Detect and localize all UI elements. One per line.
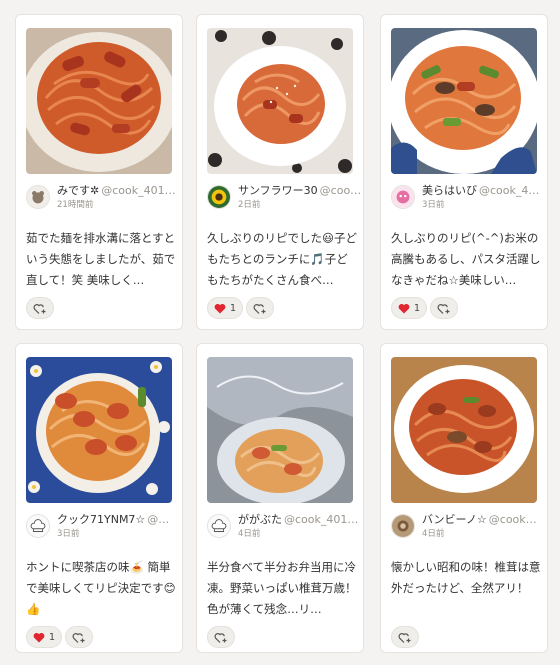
card-actions: 1 [391, 297, 459, 319]
like-count-button[interactable]: 1 [26, 626, 63, 648]
card-actions [391, 626, 419, 648]
like-count-button[interactable]: 1 [391, 297, 428, 319]
sunflower-avatar[interactable] [207, 185, 231, 209]
author-id: @… [147, 513, 170, 526]
heart-plus-icon [398, 632, 411, 643]
spaghetti-photo-2 [207, 28, 353, 174]
like-count: 1 [49, 631, 56, 643]
heart-plus-icon [253, 303, 266, 314]
recipe-report-card[interactable]: バンビーノ☆ @cook… 4日前 懐かしい昭和の味！椎茸は意外だったけど、全然ア… [380, 343, 548, 653]
post-time: 21時間前 [57, 200, 94, 210]
author-name[interactable]: クック71YNM7☆ [57, 513, 145, 526]
spaghetti-photo-6 [391, 357, 537, 503]
author-name[interactable]: バンビーノ☆ [422, 513, 487, 526]
card-actions: 1 [207, 297, 275, 319]
heart-plus-icon [437, 303, 450, 314]
like-count-button[interactable]: 1 [207, 297, 244, 319]
card-actions: 1 [26, 626, 94, 648]
add-like-button[interactable] [246, 297, 275, 319]
author-info[interactable]: 美らはいび @cook_4… 3日前 [391, 184, 541, 214]
add-like-button[interactable] [430, 297, 459, 319]
author-info[interactable]: ががぶた @cook_401… 4日前 [207, 513, 359, 543]
heart-icon [214, 303, 226, 313]
card-actions [26, 297, 54, 319]
author-name[interactable]: サンフラワー30 [238, 184, 318, 197]
spaghetti-photo-1 [26, 28, 172, 174]
spaghetti-photo-5 [207, 357, 353, 503]
recipe-report-card[interactable]: ががぶた @cook_401… 4日前 半分食べて半分お弁当用に冷凍。野菜いっぱい… [196, 343, 364, 653]
spaghetti-photo-3 [391, 28, 537, 174]
author-info[interactable]: みです✲ @cook_401… 21時間前 [26, 184, 176, 214]
dish-photo[interactable] [26, 28, 172, 174]
dish-photo[interactable] [207, 28, 353, 174]
recipe-report-card[interactable]: みです✲ @cook_401… 21時間前 茹でた麺を排水溝に落とすという失態をし… [15, 14, 183, 330]
author-name[interactable]: 美らはいび [422, 184, 477, 197]
like-count: 1 [230, 302, 237, 314]
report-comment[interactable]: 久しぶりのリピ(^-^)お米の高騰もあるし、パスタ活躍しなきゃだね☆美味しい… [391, 228, 543, 291]
post-time: 4日前 [422, 529, 445, 539]
report-comment[interactable]: 茹でた麺を排水溝に落とすという失態をしましたが、茹で直して！笑 美味しく… [26, 228, 178, 291]
dish-photo[interactable] [26, 357, 172, 503]
add-like-button[interactable] [65, 626, 94, 648]
dish-photo[interactable] [391, 357, 537, 503]
bear-doodle-avatar[interactable] [26, 185, 50, 209]
chef-hat-avatar[interactable] [207, 514, 231, 538]
author-name[interactable]: みです✲ [57, 184, 99, 197]
add-like-button[interactable] [207, 626, 235, 648]
author-info[interactable]: サンフラワー30 @coo… 2日前 [207, 184, 361, 214]
report-comment[interactable]: ホントに喫茶店の味🍝 簡単で美味しくてリピ決定です😊👍 [26, 557, 178, 620]
author-id: @cook_4… [479, 184, 540, 197]
report-comment[interactable]: 半分食べて半分お弁当用に冷凍。野菜いっぱい椎茸万歳！ 色が薄くて残念…リ… [207, 557, 359, 620]
recipe-report-card[interactable]: サンフラワー30 @coo… 2日前 久しぶりのリピでした😃子どもたちとのランチに… [196, 14, 364, 330]
dish-photo[interactable] [391, 28, 537, 174]
post-time: 4日前 [238, 529, 261, 539]
author-id: @coo… [319, 184, 362, 197]
heart-plus-icon [214, 632, 227, 643]
author-info[interactable]: バンビーノ☆ @cook… 4日前 [391, 513, 541, 543]
post-time: 2日前 [238, 200, 261, 210]
pink-character-avatar[interactable] [391, 185, 415, 209]
author-name[interactable]: ががぶた [238, 513, 282, 526]
report-comment[interactable]: 久しぶりのリピでした😃子どもたちとのランチに🎵子どもたちがたくさん食べ… [207, 228, 359, 291]
heart-icon [33, 632, 45, 642]
recipe-report-card[interactable]: 美らはいび @cook_4… 3日前 久しぶりのリピ(^-^)お米の高騰もあるし、… [380, 14, 548, 330]
recipe-report-card[interactable]: クック71YNM7☆ @… 3日前 ホントに喫茶店の味🍝 簡単で美味しくてリピ決定… [15, 343, 183, 653]
author-info[interactable]: クック71YNM7☆ @… 3日前 [26, 513, 176, 543]
add-like-button[interactable] [391, 626, 419, 648]
heart-plus-icon [33, 303, 46, 314]
author-id: @cook_401… [101, 184, 176, 197]
chef-hat-avatar[interactable] [26, 514, 50, 538]
heart-plus-icon [72, 632, 85, 643]
like-count: 1 [414, 302, 421, 314]
author-id: @cook… [488, 513, 537, 526]
post-time: 3日前 [422, 200, 445, 210]
card-actions [207, 626, 235, 648]
photo-avatar[interactable] [391, 514, 415, 538]
report-comment[interactable]: 懐かしい昭和の味！椎茸は意外だったけど、全然アリ！ [391, 557, 543, 599]
post-time: 3日前 [57, 529, 80, 539]
dish-photo[interactable] [207, 357, 353, 503]
add-like-button[interactable] [26, 297, 54, 319]
spaghetti-photo-4 [26, 357, 172, 503]
heart-icon [398, 303, 410, 313]
author-id: @cook_401… [284, 513, 359, 526]
